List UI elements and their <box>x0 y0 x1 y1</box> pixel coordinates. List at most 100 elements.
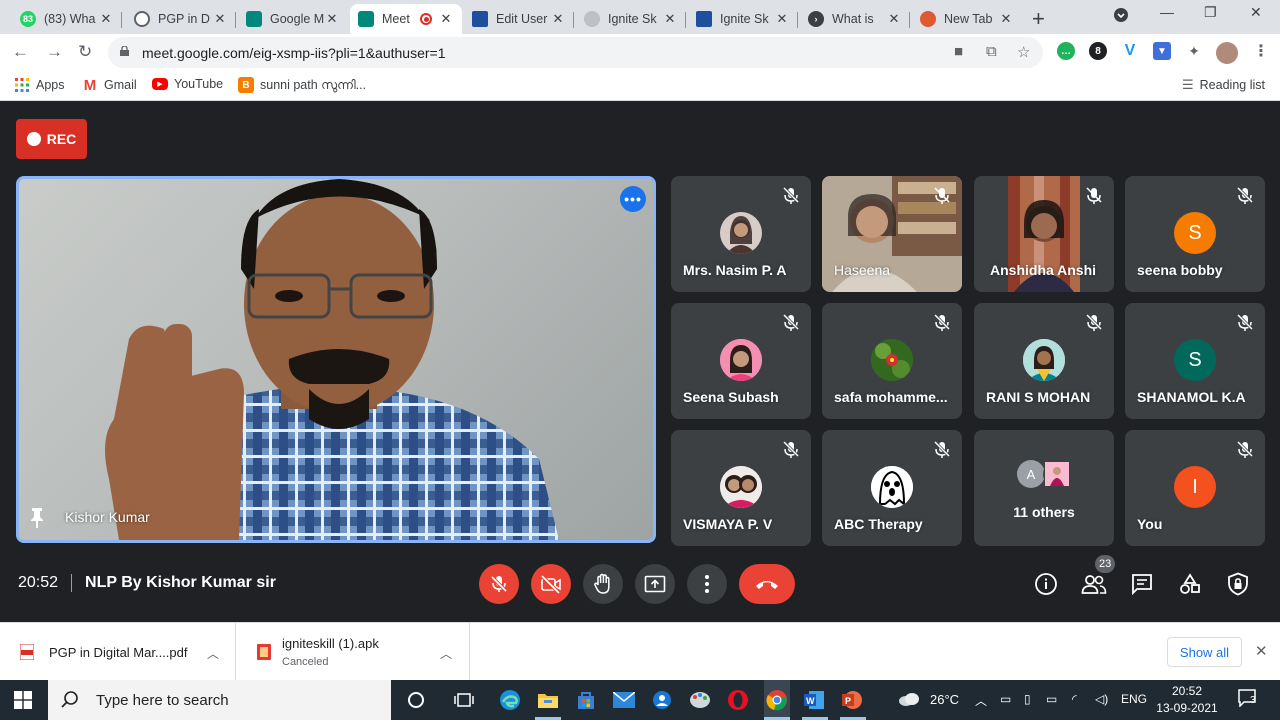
present-screen-button[interactable] <box>635 564 675 604</box>
mic-toggle-button[interactable] <box>479 564 519 604</box>
store-icon[interactable] <box>574 688 598 712</box>
bookmark-apps[interactable]: Apps <box>14 77 65 93</box>
chat-extension-icon[interactable]: … <box>1057 42 1075 60</box>
puzzle-icon[interactable]: ✦ <box>1185 42 1203 60</box>
battery-icon[interactable]: ▭ <box>1046 692 1057 706</box>
windows-start-icon[interactable] <box>14 691 32 709</box>
leave-call-button[interactable] <box>739 564 795 604</box>
people-app-icon[interactable] <box>650 688 674 712</box>
close-icon[interactable]: ✕ <box>1255 642 1268 660</box>
weather-cloud-icon[interactable] <box>898 691 920 710</box>
powerpoint-icon[interactable]: P <box>840 688 864 712</box>
reading-list-button[interactable]: ☰ Reading list <box>1182 77 1265 93</box>
close-icon[interactable]: ✕ <box>438 11 454 27</box>
tab-ignite-2[interactable]: Ignite Sk ✕ <box>688 4 798 34</box>
cortana-icon[interactable] <box>404 688 428 712</box>
weather-temp[interactable]: 26°C <box>930 692 959 707</box>
chevron-up-icon[interactable]: ︿ <box>207 645 219 662</box>
participant-tile[interactable]: RANI S MOHAN <box>974 303 1114 419</box>
extension-icon[interactable]: 8 <box>1089 42 1107 60</box>
participant-tile[interactable]: S seena bobby <box>1125 176 1265 292</box>
raise-hand-button[interactable] <box>583 564 623 604</box>
participant-tile[interactable]: Haseena <box>822 176 962 292</box>
camera-icon[interactable]: ■ <box>954 43 963 60</box>
address-bar[interactable]: meet.google.com/eig-xsmp-iis?pli=1&authu… <box>108 37 1043 68</box>
task-view-icon[interactable] <box>452 688 476 712</box>
close-icon[interactable]: ✕ <box>550 11 566 27</box>
host-controls-button[interactable] <box>1224 570 1252 598</box>
chat-button[interactable] <box>1128 570 1156 598</box>
bookmark-gmail[interactable]: M Gmail <box>82 77 137 94</box>
chrome-icon[interactable] <box>764 680 790 720</box>
more-options-button[interactable] <box>687 564 727 604</box>
vimeo-icon[interactable]: V <box>1121 42 1139 60</box>
paint-icon[interactable] <box>688 688 712 712</box>
chevron-up-icon[interactable]: ︿ <box>440 645 452 662</box>
star-icon[interactable]: ☆ <box>1017 43 1030 61</box>
activities-button[interactable] <box>1176 570 1204 598</box>
tab-ignite-1[interactable]: Ignite Sk ✕ <box>576 4 686 34</box>
word-icon[interactable]: W <box>802 688 826 712</box>
participant-tile[interactable]: VISMAYA P. V <box>671 430 811 546</box>
back-icon[interactable]: ← <box>12 42 29 62</box>
phone-icon[interactable]: ▯ <box>1024 692 1031 706</box>
close-icon[interactable]: ✕ <box>774 11 790 27</box>
forward-icon[interactable]: → <box>46 42 63 62</box>
tab-meet-active[interactable]: Meet ✕ <box>350 4 462 34</box>
restore-icon[interactable]: ❐ <box>1204 4 1217 21</box>
close-icon[interactable]: ✕ <box>324 11 340 27</box>
participant-tile[interactable]: S SHANAMOL K.A <box>1125 303 1265 419</box>
shield-extension-icon[interactable]: ▼ <box>1153 42 1171 60</box>
participant-tile[interactable]: Seena Subash <box>671 303 811 419</box>
main-speaker-tile[interactable]: ••• Kishor Kumar <box>16 176 656 543</box>
reload-icon[interactable]: ↻ <box>78 42 92 62</box>
participant-tile[interactable]: Mrs. Nasim P. A <box>671 176 811 292</box>
tab-new-tab[interactable]: New Tab ✕ <box>912 4 1022 34</box>
tab-whatsapp[interactable]: 83 (83) Wha ✕ <box>12 4 122 34</box>
tab-google-meet[interactable]: Google M ✕ <box>238 4 348 34</box>
menu-kebab-icon[interactable]: ⋮ <box>1252 42 1270 60</box>
edge-icon[interactable] <box>498 688 522 712</box>
close-icon[interactable]: ✕ <box>98 11 114 27</box>
close-icon[interactable]: ✕ <box>662 11 678 27</box>
participant-tile[interactable]: Anshidha Anshi <box>974 176 1114 292</box>
download-item[interactable]: PGP in Digital Mar....pdf ︿ <box>0 623 236 681</box>
url-text[interactable]: meet.google.com/eig-xsmp-iis?pli=1&authu… <box>142 45 446 61</box>
clock[interactable]: 20:52 13-09-2021 <box>1152 683 1222 717</box>
close-window-icon[interactable]: ✕ <box>1250 4 1262 21</box>
download-item[interactable]: igniteskill (1).apk Canceled ︿ <box>237 623 470 681</box>
taskbar-search-box[interactable]: Type here to search <box>48 680 391 720</box>
show-all-button[interactable]: Show all <box>1167 637 1242 667</box>
tab-search-icon[interactable] <box>1114 8 1128 25</box>
recording-indicator[interactable]: REC <box>16 119 87 159</box>
meet-now-icon[interactable]: ▭ <box>1000 692 1011 706</box>
meeting-details-button[interactable] <box>1032 570 1060 598</box>
file-explorer-icon[interactable] <box>536 688 560 712</box>
notifications-icon[interactable]: 3 <box>1238 689 1258 710</box>
camera-toggle-button[interactable] <box>531 564 571 604</box>
volume-icon[interactable]: ◁) <box>1095 692 1108 706</box>
bookmark-youtube[interactable]: ▶ YouTube <box>152 77 223 91</box>
profile-avatar[interactable] <box>1216 42 1238 64</box>
participant-tile-self[interactable]: I You <box>1125 430 1265 546</box>
pin-icon[interactable] <box>29 508 45 528</box>
wifi-icon[interactable]: ◜ <box>1072 692 1077 706</box>
participant-tile[interactable]: ABC Therapy <box>822 430 962 546</box>
close-icon[interactable]: ✕ <box>998 11 1014 27</box>
participant-tile[interactable]: safa mohamme... <box>822 303 962 419</box>
tab-what-is[interactable]: › What is ✕ <box>800 4 910 34</box>
minimize-icon[interactable]: — <box>1160 4 1174 20</box>
new-tab-plus-icon[interactable]: + <box>1032 6 1045 32</box>
close-icon[interactable]: ✕ <box>886 11 902 27</box>
opera-icon[interactable] <box>726 688 750 712</box>
open-external-icon[interactable]: ⧉ <box>986 43 997 60</box>
close-icon[interactable]: ✕ <box>212 11 228 27</box>
language-indicator[interactable]: ENG <box>1121 692 1147 706</box>
mail-icon[interactable] <box>612 688 636 712</box>
tab-pgp[interactable]: PGP in D ✕ <box>126 4 236 34</box>
people-button[interactable] <box>1080 570 1108 598</box>
tab-edit-user[interactable]: Edit User ✕ <box>464 4 574 34</box>
others-tile[interactable]: A 11 others <box>974 430 1114 546</box>
more-options-icon[interactable]: ••• <box>620 186 646 212</box>
bookmark-sunni-path[interactable]: B sunni path സുന്നി... <box>238 77 366 93</box>
